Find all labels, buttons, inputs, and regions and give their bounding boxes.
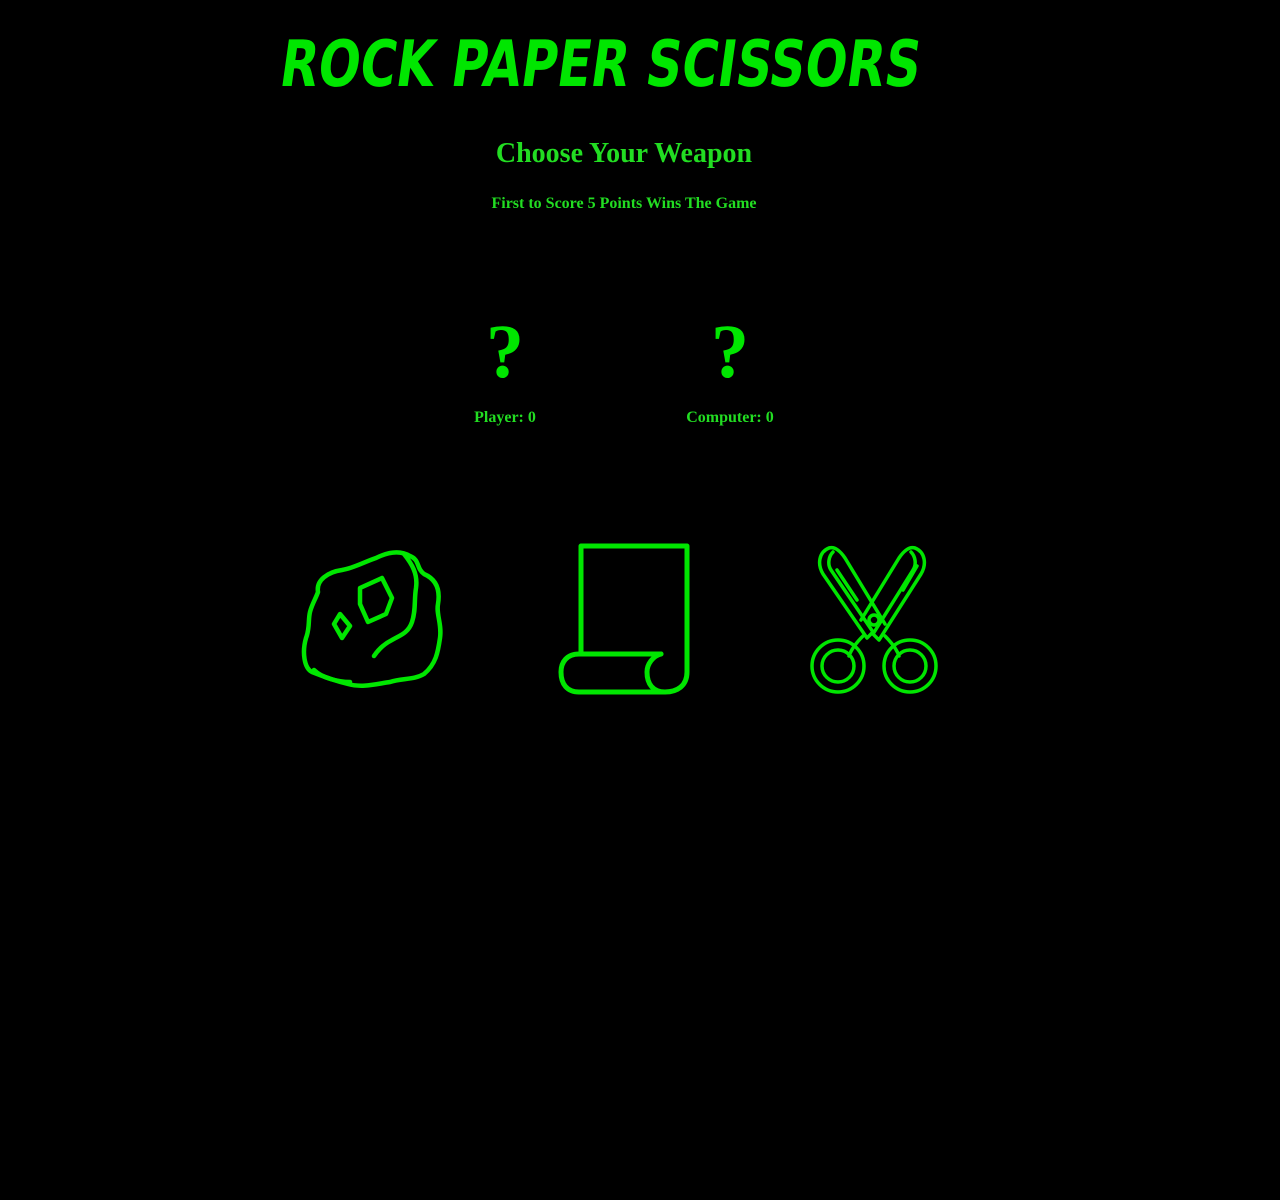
paper-button[interactable] (553, 540, 693, 700)
rock-icon (301, 550, 443, 688)
game-title-text: Rock Paper Scissors (276, 28, 926, 98)
scissors-icon (810, 545, 938, 694)
game-rules-text: First to Score 5 Points Wins The Game (491, 195, 757, 212)
scissors-button[interactable] (805, 540, 945, 700)
player-score: Player: 0 (474, 409, 536, 426)
game-title: Rock Paper Scissors (276, 28, 932, 98)
computer-choice-display: ? (711, 310, 749, 394)
rock-button[interactable] (298, 540, 448, 690)
paper-scroll-icon (558, 543, 690, 695)
player-score-panel: ? Player: 0 (425, 312, 585, 427)
computer-score-panel: ? Computer: 0 (650, 312, 810, 427)
player-choice-display: ? (486, 310, 524, 394)
computer-score: Computer: 0 (686, 409, 774, 426)
choose-weapon-heading: Choose Your Weapon (495, 138, 753, 169)
